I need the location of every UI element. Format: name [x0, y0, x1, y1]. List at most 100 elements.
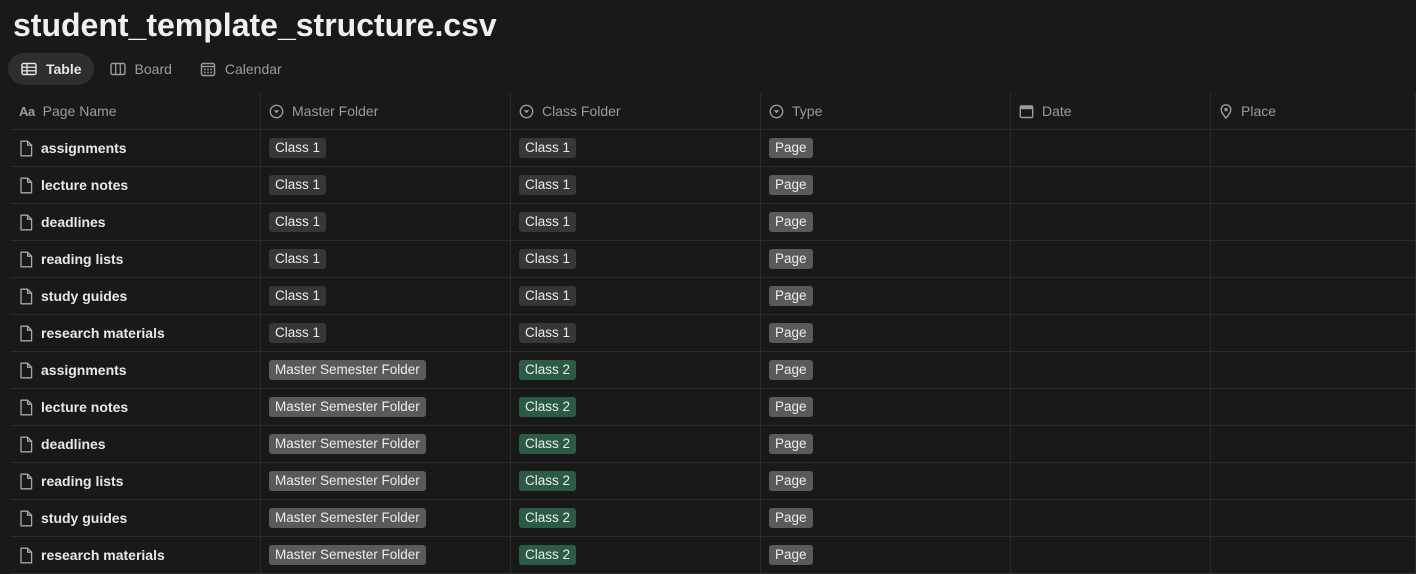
cell-master-folder[interactable]: Master Semester Folder — [261, 463, 511, 499]
cell-type[interactable]: Page — [761, 130, 1011, 166]
column-header-type[interactable]: Type — [761, 93, 1011, 129]
cell-date[interactable] — [1011, 352, 1211, 388]
cell-page-name[interactable]: deadlines — [10, 426, 261, 462]
cell-place[interactable] — [1211, 278, 1416, 314]
cell-class-folder[interactable]: Class 1 — [511, 315, 761, 351]
cell-date[interactable] — [1011, 278, 1211, 314]
cell-date[interactable] — [1011, 463, 1211, 499]
table-row[interactable]: deadlines Master Semester Folder Class 2 Pa… — [10, 426, 1416, 463]
cell-class-folder[interactable]: Class 2 — [511, 389, 761, 425]
cell-place[interactable] — [1211, 426, 1416, 462]
table-row[interactable]: assignments Class 1 Class 1 Page — [10, 130, 1416, 167]
page-name[interactable]: lecture notes — [41, 177, 128, 193]
cell-master-folder[interactable]: Master Semester Folder — [261, 537, 511, 573]
table-row[interactable]: deadlines Class 1 Class 1 Page — [10, 204, 1416, 241]
cell-type[interactable]: Page — [761, 352, 1011, 388]
page-name[interactable]: research materials — [41, 547, 165, 563]
cell-place[interactable] — [1211, 167, 1416, 203]
cell-class-folder[interactable]: Class 1 — [511, 241, 761, 277]
column-header-date[interactable]: Date — [1011, 93, 1211, 129]
cell-place[interactable] — [1211, 389, 1416, 425]
page-name[interactable]: study guides — [41, 288, 127, 304]
page-name[interactable]: assignments — [41, 140, 127, 156]
cell-type[interactable]: Page — [761, 537, 1011, 573]
column-header-place[interactable]: Place — [1211, 93, 1416, 129]
cell-page-name[interactable]: study guides — [10, 500, 261, 536]
table-row[interactable]: reading lists Class 1 Class 1 Page — [10, 241, 1416, 278]
cell-date[interactable] — [1011, 130, 1211, 166]
cell-page-name[interactable]: assignments — [10, 130, 261, 166]
table-row[interactable]: research materials Master Semester Folder… — [10, 537, 1416, 574]
cell-type[interactable]: Page — [761, 167, 1011, 203]
cell-type[interactable]: Page — [761, 426, 1011, 462]
cell-type[interactable]: Page — [761, 241, 1011, 277]
page-name[interactable]: assignments — [41, 362, 127, 378]
tab-board[interactable]: Board — [97, 53, 184, 85]
page-name[interactable]: deadlines — [41, 436, 106, 452]
page-name[interactable]: reading lists — [41, 473, 123, 489]
cell-class-folder[interactable]: Class 1 — [511, 204, 761, 240]
cell-type[interactable]: Page — [761, 204, 1011, 240]
cell-place[interactable] — [1211, 241, 1416, 277]
page-name[interactable]: lecture notes — [41, 399, 128, 415]
cell-master-folder[interactable]: Class 1 — [261, 204, 511, 240]
cell-type[interactable]: Page — [761, 389, 1011, 425]
cell-page-name[interactable]: reading lists — [10, 463, 261, 499]
table-row[interactable]: lecture notes Class 1 Class 1 Page — [10, 167, 1416, 204]
cell-class-folder[interactable]: Class 2 — [511, 426, 761, 462]
cell-date[interactable] — [1011, 426, 1211, 462]
cell-place[interactable] — [1211, 352, 1416, 388]
cell-type[interactable]: Page — [761, 278, 1011, 314]
cell-master-folder[interactable]: Class 1 — [261, 167, 511, 203]
column-header-page-name[interactable]: Aa Page Name — [10, 93, 261, 129]
cell-class-folder[interactable]: Class 1 — [511, 130, 761, 166]
cell-page-name[interactable]: deadlines — [10, 204, 261, 240]
cell-type[interactable]: Page — [761, 500, 1011, 536]
table-row[interactable]: study guides Class 1 Class 1 Page — [10, 278, 1416, 315]
cell-master-folder[interactable]: Class 1 — [261, 278, 511, 314]
page-name[interactable]: research materials — [41, 325, 165, 341]
column-header-master-folder[interactable]: Master Folder — [261, 93, 511, 129]
cell-date[interactable] — [1011, 500, 1211, 536]
cell-date[interactable] — [1011, 389, 1211, 425]
cell-master-folder[interactable]: Master Semester Folder — [261, 389, 511, 425]
cell-page-name[interactable]: study guides — [10, 278, 261, 314]
cell-master-folder[interactable]: Class 1 — [261, 241, 511, 277]
tab-table[interactable]: Table — [8, 53, 94, 85]
cell-master-folder[interactable]: Master Semester Folder — [261, 500, 511, 536]
cell-page-name[interactable]: research materials — [10, 537, 261, 573]
cell-date[interactable] — [1011, 204, 1211, 240]
table-row[interactable]: research materials Class 1 Class 1 Page — [10, 315, 1416, 352]
table-row[interactable]: assignments Master Semester Folder Class 2… — [10, 352, 1416, 389]
cell-class-folder[interactable]: Class 1 — [511, 278, 761, 314]
cell-class-folder[interactable]: Class 1 — [511, 167, 761, 203]
table-row[interactable]: reading lists Master Semester Folder Class… — [10, 463, 1416, 500]
cell-page-name[interactable]: lecture notes — [10, 167, 261, 203]
cell-page-name[interactable]: research materials — [10, 315, 261, 351]
cell-place[interactable] — [1211, 537, 1416, 573]
cell-date[interactable] — [1011, 167, 1211, 203]
cell-date[interactable] — [1011, 315, 1211, 351]
cell-place[interactable] — [1211, 463, 1416, 499]
table-row[interactable]: study guides Master Semester Folder Class … — [10, 500, 1416, 537]
cell-master-folder[interactable]: Master Semester Folder — [261, 352, 511, 388]
cell-page-name[interactable]: reading lists — [10, 241, 261, 277]
cell-master-folder[interactable]: Class 1 — [261, 315, 511, 351]
cell-date[interactable] — [1011, 537, 1211, 573]
cell-master-folder[interactable]: Master Semester Folder — [261, 426, 511, 462]
cell-master-folder[interactable]: Class 1 — [261, 130, 511, 166]
page-name[interactable]: study guides — [41, 510, 127, 526]
cell-type[interactable]: Page — [761, 463, 1011, 499]
cell-place[interactable] — [1211, 500, 1416, 536]
page-name[interactable]: deadlines — [41, 214, 106, 230]
cell-page-name[interactable]: lecture notes — [10, 389, 261, 425]
cell-class-folder[interactable]: Class 2 — [511, 463, 761, 499]
cell-class-folder[interactable]: Class 2 — [511, 500, 761, 536]
cell-place[interactable] — [1211, 204, 1416, 240]
cell-class-folder[interactable]: Class 2 — [511, 537, 761, 573]
tab-calendar[interactable]: Calendar — [187, 53, 294, 85]
cell-class-folder[interactable]: Class 2 — [511, 352, 761, 388]
cell-date[interactable] — [1011, 241, 1211, 277]
cell-type[interactable]: Page — [761, 315, 1011, 351]
cell-place[interactable] — [1211, 315, 1416, 351]
